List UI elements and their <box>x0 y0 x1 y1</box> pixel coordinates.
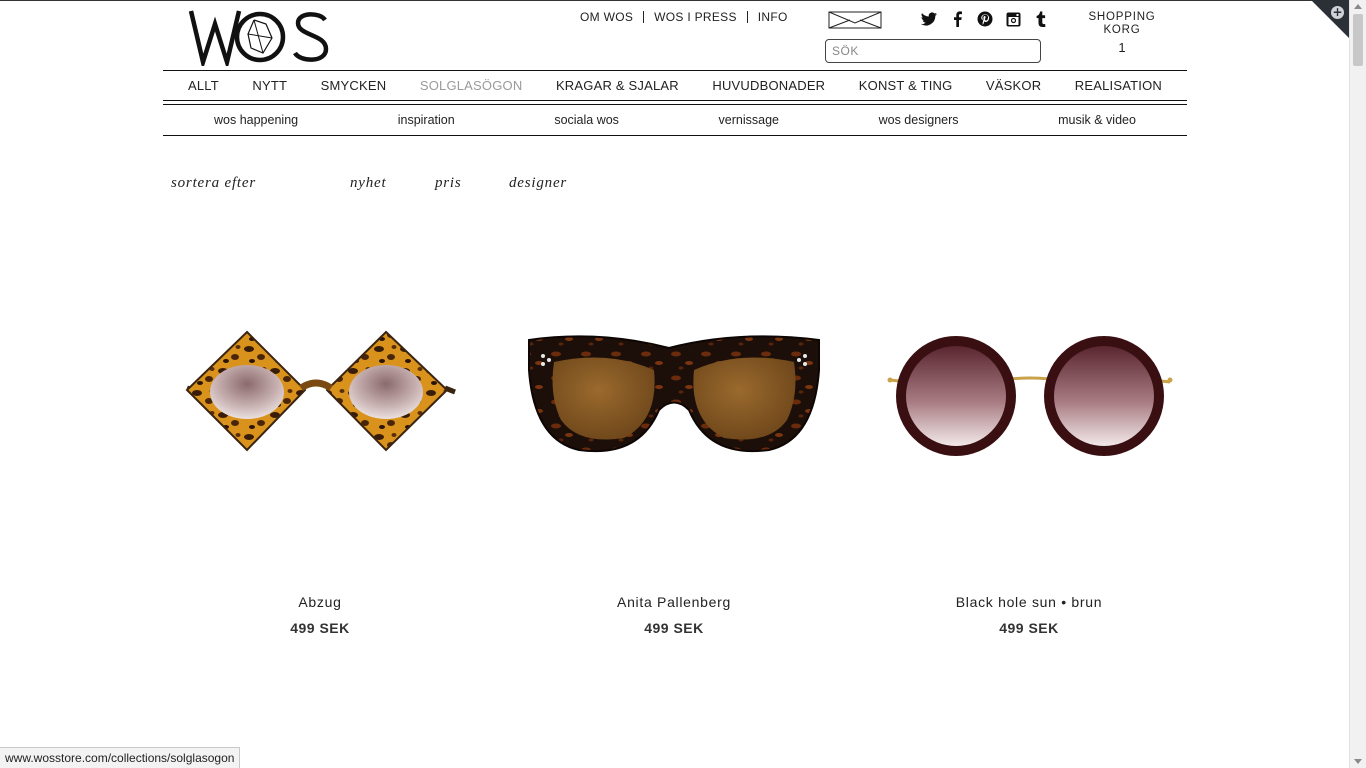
twitter-icon[interactable] <box>920 10 938 28</box>
navigation: ALLT NYTT SMYCKEN SOLGLASÖGON KRAGAR & S… <box>163 70 1187 136</box>
sort-option-nyhet[interactable]: nyhet <box>350 175 435 192</box>
top-link-info[interactable]: INFO <box>748 10 798 24</box>
nav-item-huvudbonader[interactable]: HUVUDBONADER <box>712 78 825 93</box>
main-nav: ALLT NYTT SMYCKEN SOLGLASÖGON KRAGAR & S… <box>163 71 1187 100</box>
sort-option-designer[interactable]: designer <box>509 175 567 192</box>
divider <box>163 135 1187 136</box>
sort-label: sortera efter <box>171 175 256 191</box>
product-name[interactable]: Anita Pallenberg <box>519 594 829 610</box>
top-link-om-wos[interactable]: OM WOS <box>570 10 643 24</box>
nav-item-smycken[interactable]: SMYCKEN <box>321 78 387 93</box>
product-name[interactable]: Black hole sun • brun <box>874 594 1184 610</box>
product-card[interactable]: Black hole sun • brun 499 SEK <box>874 300 1184 636</box>
top-link-wos-i-press[interactable]: WOS I PRESS <box>644 10 747 24</box>
newsletter-envelope-icon[interactable] <box>828 11 882 29</box>
sub-nav: wos happening inspiration sociala wos ve… <box>163 105 1187 135</box>
product-image[interactable] <box>519 300 829 500</box>
sort-bar: sortera efter nyhet pris designer <box>171 175 567 192</box>
page-top-border <box>0 0 1366 1</box>
subnav-item-wos-designers[interactable]: wos designers <box>879 113 959 127</box>
product-image[interactable] <box>165 300 475 500</box>
top-links: OM WOS WOS I PRESS INFO <box>570 10 798 24</box>
nav-item-nytt[interactable]: NYTT <box>252 78 287 93</box>
tumblr-icon[interactable] <box>1032 10 1050 28</box>
product-price: 499 SEK <box>290 620 350 636</box>
nav-item-konst-ting[interactable]: KONST & TING <box>859 78 953 93</box>
cart-label-line1: SHOPPING <box>1088 11 1156 23</box>
cart-count: 1 <box>1118 40 1126 55</box>
subnav-item-vernissage[interactable]: vernissage <box>719 113 779 127</box>
vertical-scrollbar[interactable] <box>1349 0 1366 768</box>
nav-item-kragar-sjalar[interactable]: KRAGAR & SJALAR <box>556 78 679 93</box>
product-card[interactable]: Abzug 499 SEK <box>165 300 475 636</box>
subnav-item-musik-video[interactable]: musik & video <box>1058 113 1136 127</box>
product-image[interactable] <box>874 300 1184 500</box>
product-price: 499 SEK <box>999 620 1059 636</box>
product-card[interactable]: Anita Pallenberg 499 SEK <box>519 300 829 636</box>
status-bar-url: www.wosstore.com/collections/solglasogon <box>0 747 241 768</box>
sort-option-pris[interactable]: pris <box>435 175 509 192</box>
search-input[interactable] <box>825 39 1041 63</box>
instagram-icon[interactable] <box>1004 10 1022 28</box>
subnav-item-inspiration[interactable]: inspiration <box>398 113 455 127</box>
nav-item-solglasogon[interactable]: SOLGLASÖGON <box>420 78 523 93</box>
subnav-item-wos-happening[interactable]: wos happening <box>214 113 298 127</box>
scrollbar-thumb[interactable] <box>1353 14 1363 66</box>
nav-item-allt[interactable]: ALLT <box>188 78 219 93</box>
plus-icon[interactable]: + <box>1331 6 1344 19</box>
shopping-cart[interactable]: SHOPPING KORG 1 <box>1084 11 1160 54</box>
pinterest-icon[interactable] <box>976 10 994 28</box>
nav-item-realisation[interactable]: REALISATION <box>1075 78 1162 93</box>
scroll-up-arrow-icon[interactable] <box>1354 4 1362 9</box>
nav-item-vaskor[interactable]: VÄSKOR <box>986 78 1041 93</box>
cart-label-line2: KORG <box>1103 24 1141 36</box>
product-price: 499 SEK <box>644 620 704 636</box>
wos-logo[interactable] <box>188 6 332 66</box>
facebook-icon[interactable] <box>948 10 966 28</box>
scroll-down-arrow-icon[interactable] <box>1354 759 1362 764</box>
product-name[interactable]: Abzug <box>165 594 475 610</box>
social-links <box>920 10 1050 28</box>
corner-ribbon <box>1311 0 1349 38</box>
subnav-item-sociala-wos[interactable]: sociala wos <box>554 113 619 127</box>
